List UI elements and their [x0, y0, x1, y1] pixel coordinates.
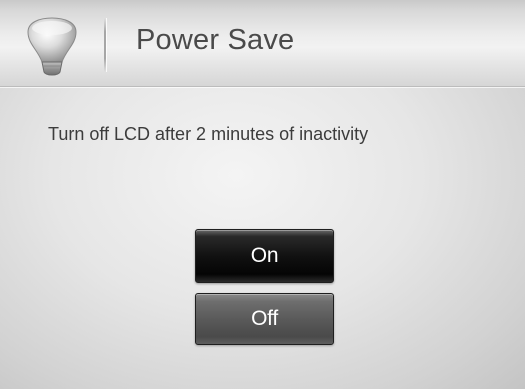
- lamp-icon: [22, 14, 82, 78]
- page-title: Power Save: [136, 24, 295, 56]
- off-button[interactable]: Off: [195, 293, 334, 345]
- header-divider: [104, 18, 106, 72]
- header-bar: Power Save: [0, 0, 525, 87]
- on-button-label: On: [250, 244, 279, 267]
- power-save-description: Turn off LCD after 2 minutes of inactivi…: [48, 124, 369, 144]
- power-save-screen: Power Save Turn off LCD after 2 minutes …: [0, 0, 525, 389]
- on-button[interactable]: On: [195, 229, 334, 283]
- off-button-label: Off: [251, 307, 278, 330]
